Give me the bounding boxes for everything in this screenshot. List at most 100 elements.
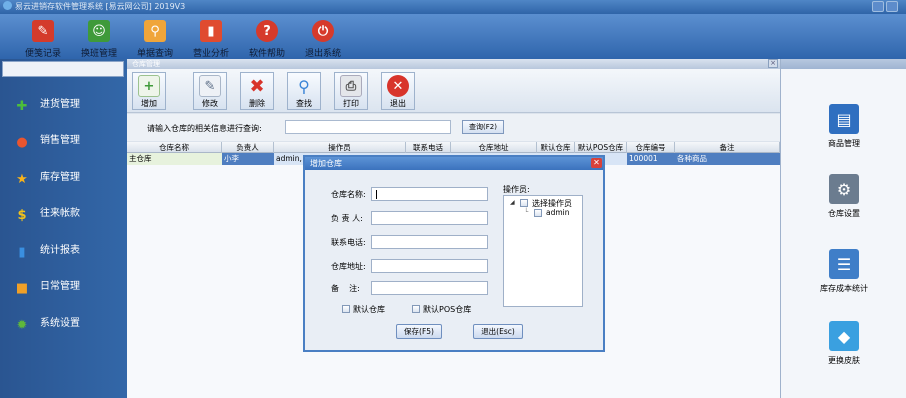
sidebar-item-label: 统计报表 — [40, 245, 80, 256]
minimize-button[interactable] — [872, 1, 884, 12]
manager-input[interactable] — [371, 211, 488, 225]
phone-input[interactable] — [371, 235, 488, 249]
text-cursor — [376, 190, 377, 199]
main-toolbar: ✎ 便笺记录 ☺ 换班管理 ⚲ 单据查询 ▮ 营业分析 ? 软件帮助 ⏻ 退出系… — [0, 14, 906, 59]
sidebar-item-label: 进货管理 — [40, 99, 80, 110]
save-button[interactable]: 保存(F5) — [396, 324, 442, 339]
product-management-button[interactable]: ▤ 商品管理 — [793, 104, 895, 149]
sidebar-item-purchase[interactable]: ✚ 进货管理 — [14, 94, 124, 116]
find-label: 查找 — [296, 99, 312, 108]
note-input[interactable] — [371, 281, 488, 295]
default-warehouse-label: 默认仓库 — [353, 305, 385, 314]
notepad-icon: ✎ — [32, 20, 54, 42]
add-document-icon: + — [138, 75, 160, 97]
default-pos-checkbox[interactable] — [412, 305, 420, 313]
plus-icon: ✚ — [16, 99, 28, 114]
find-button[interactable]: ⚲ 查找 — [287, 72, 321, 110]
search-label: 请输入仓库的相关信息进行查询: — [147, 124, 262, 133]
magnifier-icon: ⚲ — [144, 20, 166, 42]
right-panel-header — [781, 59, 906, 69]
search-input[interactable] — [285, 120, 451, 134]
edit-button[interactable]: ✎ 修改 — [193, 72, 227, 110]
sidebar-item-reports[interactable]: ▮ 统计报表 — [14, 240, 124, 262]
column-header[interactable]: 负责人 — [222, 142, 274, 153]
column-header[interactable]: 默认POS仓库 — [575, 142, 627, 153]
table-header: 仓库名称 负责人 操作员 联系电话 仓库地址 默认仓库 默认POS仓库 仓库编号… — [127, 142, 780, 153]
warehouse-gear-icon: ⚙ — [829, 174, 859, 204]
column-header[interactable]: 备注 — [675, 142, 780, 153]
admin-checkbox[interactable] — [534, 209, 542, 217]
exit-label: 退出 — [390, 99, 406, 108]
admin-label: admin — [546, 208, 570, 217]
sidebar-item-label: 日常管理 — [40, 281, 80, 292]
star-icon: ★ — [16, 172, 28, 187]
warehouse-name-input[interactable] — [371, 187, 488, 201]
dialog-close-button[interactable]: ✕ — [591, 158, 602, 168]
cell-name: 主仓库 — [127, 153, 222, 165]
default-pos-label: 默认POS仓库 — [423, 305, 472, 314]
column-header[interactable]: 仓库地址 — [451, 142, 537, 153]
cubes-icon: ◆ — [829, 321, 859, 351]
pie-chart-icon: ● — [16, 135, 28, 150]
users-icon: ☺ — [88, 20, 110, 42]
select-operator-checkbox[interactable] — [520, 199, 528, 207]
toolbar-help-button[interactable]: ? 软件帮助 — [238, 20, 296, 59]
address-input[interactable] — [371, 259, 488, 273]
exit-button[interactable]: ✕ 退出 — [381, 72, 415, 110]
dollar-icon: $ — [17, 208, 27, 223]
right-panel: ▤ 商品管理 ⚙ 仓库设置 ☰ 库存成本统计 ◆ 更换皮肤 — [780, 59, 906, 398]
column-header[interactable]: 默认仓库 — [537, 142, 575, 153]
window-title-bar: 易云进销存软件管理系统 [易云网公司] 2019V3 — [0, 0, 906, 14]
operator-tree: ◢ 选择操作员 └ admin — [503, 195, 583, 307]
sidebar-item-label: 库存管理 — [40, 172, 80, 183]
product-management-label: 商品管理 — [828, 139, 860, 148]
add-button[interactable]: + 增加 — [132, 72, 166, 110]
inventory-cost-button[interactable]: ☰ 库存成本统计 — [793, 249, 895, 294]
sidebar-item-accounts[interactable]: $ 往来帐款 — [14, 203, 124, 225]
delete-label: 删除 — [249, 99, 265, 108]
tree-collapse-icon[interactable]: ◢ — [510, 199, 515, 206]
sidebar-item-daily[interactable]: ■ 日常管理 — [14, 276, 124, 298]
sidebar-item-sales[interactable]: ● 销售管理 — [14, 130, 124, 152]
help-icon: ? — [256, 20, 278, 42]
toolbar-notes-button[interactable]: ✎ 便笺记录 — [14, 20, 72, 59]
toolbar-notes-label: 便笺记录 — [24, 49, 61, 59]
folder-icon: ■ — [15, 281, 29, 296]
toolbar-query-button[interactable]: ⚲ 单据查询 — [126, 20, 184, 59]
warehouse-settings-button[interactable]: ⚙ 仓库设置 — [793, 174, 895, 219]
default-warehouse-checkbox[interactable] — [342, 305, 350, 313]
sidebar-item-inventory[interactable]: ★ 库存管理 — [14, 167, 124, 189]
change-skin-label: 更换皮肤 — [828, 356, 860, 365]
exit-dialog-button[interactable]: 退出(Esc) — [473, 324, 523, 339]
power-icon: ⏻ — [312, 20, 334, 42]
toolbar-analysis-button[interactable]: ▮ 营业分析 — [182, 20, 240, 59]
toolbar-exit-label: 退出系统 — [304, 49, 341, 59]
column-header[interactable]: 仓库编号 — [627, 142, 675, 153]
toolbar-shift-button[interactable]: ☺ 换班管理 — [70, 20, 128, 59]
app-icon — [3, 1, 12, 10]
search-button[interactable]: 查询(F2) — [462, 120, 504, 134]
note-label: 备 注: — [331, 284, 360, 293]
cell-note: 各种商品 — [675, 153, 780, 165]
panel-close-button[interactable]: × — [768, 59, 778, 68]
edit-label: 修改 — [202, 99, 218, 108]
column-header[interactable]: 仓库名称 — [127, 142, 222, 153]
warehouse-settings-label: 仓库设置 — [828, 209, 860, 218]
sidebar-item-label: 销售管理 — [40, 135, 80, 146]
column-header[interactable]: 联系电话 — [406, 142, 451, 153]
change-skin-button[interactable]: ◆ 更换皮肤 — [793, 321, 895, 366]
tree-connector: └ — [524, 208, 529, 216]
add-warehouse-dialog: 增加仓库 ✕ 仓库名称: 负 责 人: 联系电话: 仓库地址: 备 注: 默认仓… — [303, 155, 605, 352]
operator-label: 操作员: — [503, 185, 530, 194]
add-label: 增加 — [141, 99, 157, 108]
cell-manager: 小李 — [222, 153, 274, 165]
column-header[interactable]: 操作员 — [274, 142, 406, 153]
toolbar-exit-button[interactable]: ⏻ 退出系统 — [294, 20, 352, 59]
print-button[interactable]: ⎙ 打印 — [334, 72, 368, 110]
warehouse-toolbar: + 增加 ✎ 修改 ✖ 删除 ⚲ 查找 ⎙ 打印 ✕ 退出 — [127, 69, 780, 113]
toolbar-help-label: 软件帮助 — [248, 49, 285, 59]
sidebar-item-settings[interactable]: ✹ 系统设置 — [14, 313, 124, 335]
maximize-button[interactable] — [886, 1, 898, 12]
panel-title: 仓库管理 — [127, 59, 780, 69]
delete-button[interactable]: ✖ 删除 — [240, 72, 274, 110]
